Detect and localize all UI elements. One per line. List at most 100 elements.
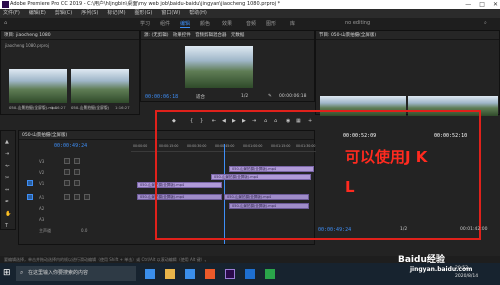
go-to-out-icon[interactable]: ⇥ [252,118,256,124]
watermark-url: jingyan.baidu.com [410,266,473,273]
tab-audio-mixer[interactable]: 音频剪辑混合器 [195,33,227,38]
clock-date[interactable]: 2020/8/14 [455,274,478,279]
source-fit-select[interactable]: 适合 [196,94,205,100]
windows-start-icon[interactable]: ⊞ [3,268,11,278]
program-resolution-select[interactable]: 1/2 [400,227,407,232]
taskbar-search-input[interactable]: 在这里输入你要搜索的内容 [16,266,136,281]
track-label-v1: V1 [39,181,45,186]
eye-icon[interactable] [74,180,80,186]
track-label-v3: V3 [39,159,45,164]
window-title: Adobe Premiere Pro CC 2019 - C:\用户\hljng… [10,1,281,7]
hand-tool-icon[interactable]: ✋ [5,211,11,217]
workspace-tab-effects[interactable]: 效果 [222,20,232,27]
step-back-icon[interactable]: ◀ [222,118,226,124]
workspace-tab-learn[interactable]: 学习 [140,20,150,27]
timeline-timecode[interactable]: 00:00:49:24 [54,143,87,149]
mute-icon[interactable] [74,194,80,200]
track-label-a3: A3 [39,217,45,222]
ruler-label: 00:00:00 [133,144,148,148]
go-to-in-icon[interactable]: ⇤ [212,118,216,124]
file-explorer-icon[interactable] [165,269,175,279]
program-title[interactable]: 节目: 050-山景拍摄(全屏版) [316,31,499,40]
eye-icon[interactable] [74,158,80,164]
project-item-thumbnail[interactable] [71,69,129,103]
lift-icon[interactable]: ⌂ [264,118,267,124]
source-timecode-current[interactable]: 00:00:06:18 [145,94,178,100]
pen-tool-icon[interactable]: ✒ [5,199,9,205]
workspace-tab-editing[interactable]: 编辑 [180,20,191,28]
extract-icon[interactable]: ⌂ [274,118,277,124]
mark-out-icon[interactable]: } [200,118,203,124]
master-volume[interactable]: 0.0 [81,228,87,233]
tab-source[interactable]: 源: (无剪辑) [144,33,168,38]
lock-icon[interactable] [64,194,70,200]
source-resolution-select[interactable]: 1/2 [241,94,248,99]
app-icon[interactable] [265,269,275,279]
close-button[interactable]: ✕ [493,0,498,9]
eye-icon[interactable] [74,169,80,175]
menu-edit[interactable]: 编辑(E) [29,9,46,18]
menu-marker[interactable]: 标记(M) [107,9,125,18]
play-icon[interactable]: ▶ [232,118,236,124]
source-patch-v1[interactable] [27,180,33,186]
premiere-taskbar-icon[interactable] [225,269,235,279]
minimize-button[interactable]: — [465,0,471,9]
project-file-name: jiaocheng 1080.prproj [5,43,49,48]
search-icon: ⌕ [20,269,24,276]
maximize-button[interactable]: □ [479,0,485,9]
watermark-brand: Baidu经验 [398,255,445,265]
tab-effect-controls[interactable]: 效果控件 [173,33,191,38]
lock-icon[interactable] [64,158,70,164]
tab-metadata[interactable]: 元数据 [231,33,245,38]
track-select-tool-icon[interactable]: ⇥ [5,151,9,157]
menu-clip[interactable]: 剪辑(C) [55,9,72,18]
step-forward-icon[interactable]: ▶ [242,118,246,124]
ripple-edit-tool-icon[interactable]: ⟛ [5,163,10,169]
project-title[interactable]: 项目: jiaocheng 1080 [1,31,139,40]
menu-bar: 文件(F) 编辑(E) 剪辑(C) 序列(S) 标记(M) 图形(G) 窗口(W… [0,9,500,18]
add-button[interactable]: + [308,118,312,124]
app-icon[interactable] [245,269,255,279]
track-label-v2: V2 [39,170,45,175]
source-timecode-duration: 00:00:06:18 [279,94,307,99]
browser-icon[interactable] [185,269,195,279]
workspace-tab-audio[interactable]: 音频 [246,20,256,27]
premiere-logo-icon [2,1,9,8]
menu-help[interactable]: 帮助(H) [189,9,207,18]
program-timecode-current[interactable]: 00:00:49:24 [318,227,351,233]
razor-tool-icon[interactable]: ✂ [5,175,9,181]
menu-graphics[interactable]: 图形(G) [135,9,153,18]
menu-window[interactable]: 窗口(W) [161,9,180,18]
search-icon[interactable]: ⌕ [484,20,487,26]
add-marker-icon[interactable]: ◆ [172,118,176,124]
export-frame-icon[interactable]: ◉ [286,118,290,124]
track-label-a1: A1 [39,195,45,200]
workspace-tab-assembly[interactable]: 组件 [160,20,170,27]
menu-file[interactable]: 文件(F) [3,9,20,18]
trim-timecode-left: 00:00:52:09 [343,133,377,139]
wrench-icon[interactable]: ✎ [268,94,272,99]
selection-tool-icon[interactable]: ▲ [5,139,9,145]
task-view-icon[interactable] [145,269,155,279]
overlay-instruction-line2: L [345,178,355,196]
mark-in-icon[interactable]: { [190,118,193,124]
lock-icon[interactable] [64,180,70,186]
project-item-thumbnail[interactable] [9,69,67,103]
app-icon[interactable] [205,269,215,279]
menu-sequence[interactable]: 序列(S) [81,9,98,18]
solo-icon[interactable] [84,194,90,200]
source-monitor: 源: (无剪辑) 效果控件 音频剪辑混合器 元数据 00:00:06:18 适合… [140,30,315,102]
tools-panel: ▲ ⇥ ⟛ ✂ ⇔ ✒ ✋ T [0,130,16,230]
trim-timecode-right: 00:00:52:10 [434,133,468,139]
home-icon[interactable]: ⌂ [4,20,7,26]
type-tool-icon[interactable]: T [5,223,8,229]
lock-icon[interactable] [64,169,70,175]
source-patch-a1[interactable] [27,194,33,200]
workspace-tab-color[interactable]: 颜色 [200,20,210,27]
workspace-tab-noediting[interactable]: no editing [345,20,370,26]
workspace-tab-graphics[interactable]: 图形 [266,20,276,27]
slip-tool-icon[interactable]: ⇔ [5,187,9,193]
workspace-tab-libraries[interactable]: 库 [290,20,295,27]
comparison-view-icon[interactable]: ▦ [296,118,301,124]
track-label-a2: A2 [39,206,45,211]
